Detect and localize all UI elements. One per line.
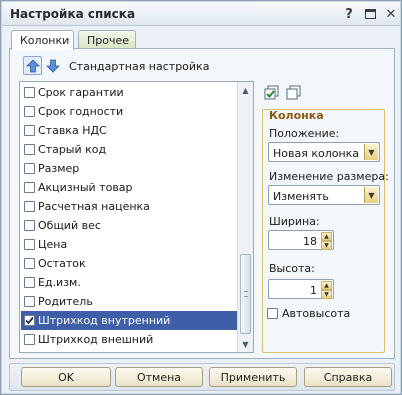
ok-button[interactable]: OK bbox=[21, 367, 111, 387]
checkbox[interactable] bbox=[24, 239, 35, 250]
width-stepper[interactable]: 18 ▲ ▼ bbox=[268, 230, 334, 250]
help-icon[interactable]: ? bbox=[341, 6, 357, 22]
width-value: 18 bbox=[303, 235, 317, 248]
list-item-label: Общий вес bbox=[38, 219, 101, 232]
width-label: Ширина: bbox=[269, 215, 320, 228]
arrow-down-icon bbox=[45, 59, 60, 73]
move-up-button[interactable] bbox=[23, 56, 42, 75]
standard-setting-link[interactable]: Стандартная настройка bbox=[69, 60, 209, 73]
list-item-label: Ставка НДС bbox=[38, 124, 107, 137]
move-down-button[interactable] bbox=[43, 56, 62, 75]
tab-columns[interactable]: Колонки bbox=[11, 30, 74, 50]
columns-list[interactable]: Срок гарантии Срок годности Ставка НДС Стар… bbox=[19, 81, 254, 353]
checkbox[interactable] bbox=[24, 277, 35, 288]
checkbox[interactable] bbox=[24, 182, 35, 193]
list-item-label: Штрихкод внешний bbox=[38, 333, 154, 346]
list-item[interactable]: Штрихкод внешний bbox=[21, 330, 238, 349]
height-label: Высота: bbox=[269, 262, 315, 275]
decrement-icon[interactable]: ▼ bbox=[321, 241, 332, 250]
list-item[interactable]: Остаток bbox=[21, 254, 238, 273]
list-item[interactable]: Расчетная наценка bbox=[21, 197, 238, 216]
list-scrollbar[interactable]: ▲ ▼ bbox=[237, 82, 253, 352]
window-title: Настройка списка bbox=[10, 7, 136, 21]
checkbox[interactable] bbox=[24, 125, 35, 136]
list-item-label: Акцизный товар bbox=[38, 181, 133, 194]
chevron-down-icon[interactable]: ▼ bbox=[364, 187, 378, 203]
checkbox[interactable] bbox=[24, 258, 35, 269]
list-item[interactable]: Штрихкод внутренний bbox=[21, 311, 238, 330]
position-select[interactable]: Новая колонка ▼ bbox=[268, 142, 380, 162]
increment-icon[interactable]: ▲ bbox=[321, 281, 332, 290]
resize-value: Изменять bbox=[273, 190, 329, 203]
list-settings-dialog: Настройка списка ? ✕ Колонки Прочее Стан… bbox=[0, 0, 402, 395]
cancel-button[interactable]: Отмена bbox=[115, 367, 203, 387]
list-item-label: Родитель bbox=[38, 295, 93, 308]
apply-button[interactable]: Применить bbox=[209, 367, 297, 387]
checkbox[interactable] bbox=[24, 201, 35, 212]
resize-select[interactable]: Изменять ▼ bbox=[268, 185, 380, 205]
tab-other[interactable]: Прочее bbox=[78, 30, 136, 49]
arrow-up-icon bbox=[25, 58, 40, 72]
list-item[interactable]: Срок гарантии bbox=[21, 83, 238, 102]
list-item-label: Цена bbox=[38, 238, 68, 251]
scroll-up-icon[interactable]: ▲ bbox=[238, 82, 253, 98]
close-icon[interactable]: ✕ bbox=[383, 6, 399, 22]
checkbox[interactable] bbox=[24, 163, 35, 174]
auto-height-checkbox[interactable]: Автовысота bbox=[267, 307, 350, 320]
position-label: Положение: bbox=[269, 127, 340, 140]
height-stepper[interactable]: 1 ▲ ▼ bbox=[268, 279, 334, 299]
list-item-label: Размер bbox=[38, 162, 80, 175]
list-item[interactable]: Родитель bbox=[21, 292, 238, 311]
list-item[interactable]: Общий вес bbox=[21, 216, 238, 235]
maximize-icon[interactable] bbox=[362, 6, 378, 22]
list-item-label: Остаток bbox=[38, 257, 86, 270]
column-group-title: Колонка bbox=[269, 109, 324, 122]
scroll-down-icon[interactable]: ▼ bbox=[238, 336, 253, 352]
position-value: Новая колонка bbox=[273, 147, 360, 160]
help-button[interactable]: Справка bbox=[304, 367, 392, 387]
list-item-label: Срок годности bbox=[38, 105, 124, 118]
height-value: 1 bbox=[310, 284, 317, 297]
title-bar[interactable]: Настройка списка ? ✕ bbox=[2, 2, 400, 26]
checkbox[interactable] bbox=[24, 106, 35, 117]
checkbox[interactable] bbox=[24, 220, 35, 231]
list-item-label: Старый код bbox=[38, 143, 107, 156]
checkbox[interactable] bbox=[24, 334, 35, 345]
resize-label: Изменение размера: bbox=[269, 170, 389, 183]
list-item[interactable]: Ед.изм. bbox=[21, 273, 238, 292]
list-item[interactable]: Срок годности bbox=[21, 102, 238, 121]
list-item[interactable]: Акцизный товар bbox=[21, 178, 238, 197]
increment-icon[interactable]: ▲ bbox=[321, 232, 332, 241]
checkbox[interactable] bbox=[267, 308, 278, 319]
scroll-thumb[interactable] bbox=[240, 254, 251, 334]
list-item[interactable]: Цена bbox=[21, 235, 238, 254]
checkbox[interactable] bbox=[24, 296, 35, 307]
list-item-label: Срок гарантии bbox=[38, 86, 124, 99]
list-item-label: Расчетная наценка bbox=[38, 200, 150, 213]
checkbox[interactable] bbox=[24, 315, 35, 326]
list-item-label: Штрихкод внутренний bbox=[38, 314, 171, 327]
decrement-icon[interactable]: ▼ bbox=[321, 290, 332, 299]
list-item[interactable]: Размер bbox=[21, 159, 238, 178]
list-item[interactable]: Старый код bbox=[21, 140, 238, 159]
auto-height-label: Автовысота bbox=[282, 307, 351, 320]
checkbox[interactable] bbox=[24, 144, 35, 155]
checkbox[interactable] bbox=[24, 87, 35, 98]
list-item[interactable]: Ставка НДС bbox=[21, 121, 238, 140]
chevron-down-icon[interactable]: ▼ bbox=[364, 144, 378, 160]
uncheck-all-icon[interactable] bbox=[286, 85, 302, 101]
list-item-label: Ед.изм. bbox=[38, 276, 81, 289]
check-all-icon[interactable] bbox=[264, 85, 280, 101]
